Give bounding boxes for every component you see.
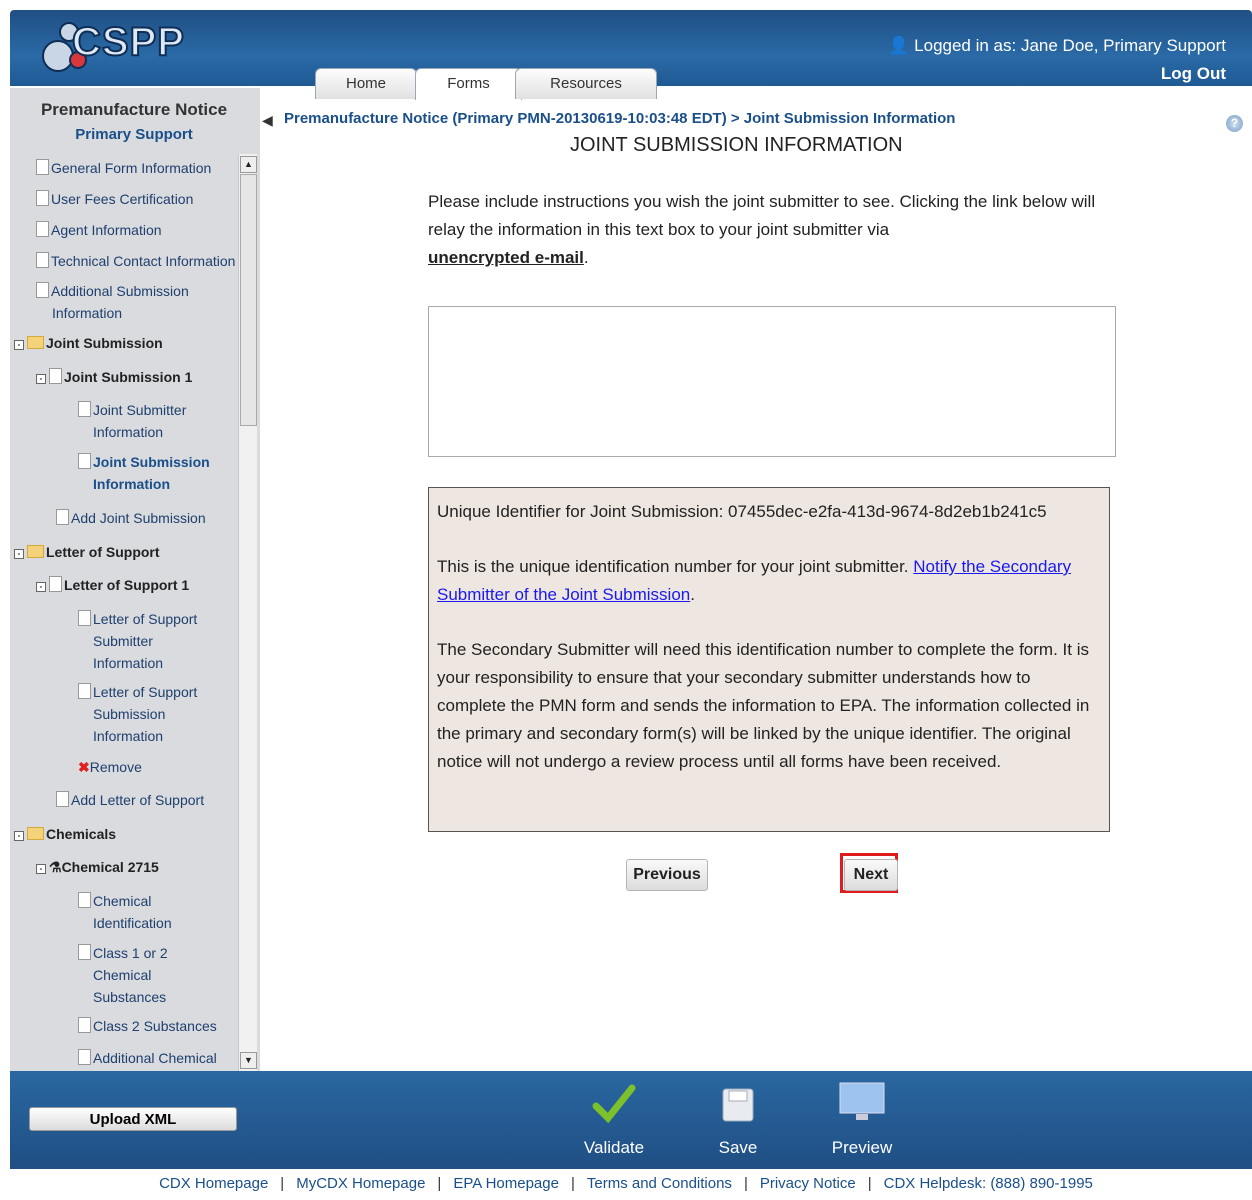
document-icon <box>78 401 91 417</box>
collapse-icon[interactable]: - <box>14 340 24 350</box>
sidebar-title: Premanufacture Notice <box>40 100 228 119</box>
logged-in-status: 👤 Logged in as: Jane Doe, Primary Suppor… <box>888 36 1226 55</box>
logout-link[interactable]: Log Out <box>1161 64 1226 84</box>
document-icon <box>78 683 91 699</box>
flask-icon: ⚗ <box>49 859 62 875</box>
sidebar-folder-chemicals[interactable]: - Chemicals <box>14 823 116 845</box>
tab-resources[interactable]: Resources <box>515 68 657 99</box>
sidebar-item-additional-submission[interactable]: Additional Submission Information <box>36 280 189 324</box>
footer-link-privacy[interactable]: Privacy Notice <box>760 1175 856 1192</box>
sidebar-item-los-submission-info[interactable]: Letter of Support Submission Information <box>78 681 197 747</box>
document-icon <box>36 190 49 206</box>
sidebar-folder-joint-submission[interactable]: - Joint Submission <box>14 332 163 354</box>
logo-text: CSPP <box>71 19 185 65</box>
next-button[interactable]: Next <box>844 859 898 891</box>
collapse-icon[interactable]: - <box>36 374 46 384</box>
folder-icon <box>27 827 44 840</box>
checkmark-icon <box>592 1084 636 1124</box>
collapse-sidebar-icon[interactable]: ◀ <box>262 112 273 129</box>
sidebar-item-chemical-identification[interactable]: Chemical Identification <box>78 890 172 934</box>
sidebar-item-joint-submission-1[interactable]: - Joint Submission 1 <box>36 366 192 388</box>
edit-form-icon <box>49 576 62 592</box>
sidebar-item-class-2-substances[interactable]: Class 2 Substances <box>78 1015 217 1037</box>
remove-x-icon: ✖ <box>78 759 90 775</box>
user-icon: 👤 <box>888 36 910 55</box>
document-icon <box>78 1017 91 1033</box>
footer-link-helpdesk[interactable]: CDX Helpdesk: (888) 890-1995 <box>884 1175 1093 1192</box>
sidebar-item-agent[interactable]: Agent Information <box>36 219 162 241</box>
document-icon <box>36 282 49 298</box>
document-icon <box>78 1049 91 1065</box>
sidebar-item-class-1-or-2[interactable]: Class 1 or 2 Chemical Substances <box>78 942 168 1008</box>
upload-xml-button[interactable]: Upload XML <box>29 1107 237 1131</box>
sidebar-item-general-form[interactable]: General Form Information <box>36 157 211 179</box>
collapse-icon[interactable]: - <box>14 549 24 559</box>
document-icon <box>78 610 91 626</box>
footer-link-mycdx-homepage[interactable]: MyCDX Homepage <box>296 1175 425 1192</box>
scroll-down-icon[interactable]: ▼ <box>240 1052 257 1069</box>
sidebar-scrollbar[interactable]: ▲ ▼ <box>238 154 257 1071</box>
breadcrumb: Premanufacture Notice (Primary PMN-20130… <box>284 110 956 127</box>
document-icon <box>78 892 91 908</box>
app-header: CSPP Home Forms Resources 👤 Logged in as… <box>10 10 1252 100</box>
collapse-icon[interactable]: - <box>36 864 46 874</box>
sidebar-item-joint-submitter-info[interactable]: Joint Submitter Information <box>78 399 186 443</box>
sidebar-item-chemical-2715[interactable]: - ⚗Chemical 2715 <box>36 856 159 878</box>
unique-identifier-info-box: Unique Identifier for Joint Submission: … <box>428 487 1110 832</box>
folder-icon <box>27 336 44 349</box>
folder-icon <box>27 545 44 558</box>
collapse-icon[interactable]: - <box>36 582 46 592</box>
monitor-icon <box>839 1082 885 1120</box>
page-title: JOINT SUBMISSION INFORMATION <box>570 134 903 156</box>
instructions-text: Please include instructions you wish the… <box>428 192 1096 267</box>
document-icon <box>36 221 49 237</box>
footer-link-epa-homepage[interactable]: EPA Homepage <box>453 1175 559 1192</box>
unencrypted-email-label: unencrypted e-mail <box>428 248 584 267</box>
document-icon <box>36 159 49 175</box>
sidebar-folder-letter-of-support[interactable]: - Letter of Support <box>14 541 160 563</box>
scroll-up-icon[interactable]: ▲ <box>240 156 257 173</box>
document-icon <box>78 944 91 960</box>
sidebar-item-remove[interactable]: ✖Remove <box>78 756 142 778</box>
notify-paragraph: This is the unique identification number… <box>437 557 1072 604</box>
add-document-icon <box>56 509 69 525</box>
sidebar-subtitle: Primary Support <box>75 126 193 143</box>
secondary-submitter-paragraph: The Secondary Submitter will need this i… <box>437 640 1090 771</box>
unique-identifier-line: Unique Identifier for Joint Submission: … <box>437 502 1047 521</box>
joint-instructions-textarea[interactable] <box>428 306 1116 457</box>
sidebar-item-joint-submission-info[interactable]: Joint Submission Information <box>78 451 210 495</box>
previous-button[interactable]: Previous <box>626 859 708 891</box>
save-disk-icon <box>722 1088 754 1122</box>
footer-link-terms[interactable]: Terms and Conditions <box>587 1175 732 1192</box>
sidebar-item-add-letter-of-support[interactable]: Add Letter of Support <box>56 789 204 811</box>
scrollbar-thumb[interactable] <box>240 174 257 426</box>
sidebar-item-additional-chemical[interactable]: Additional Chemical <box>78 1047 217 1069</box>
sidebar-item-letter-of-support-1[interactable]: - Letter of Support 1 <box>36 574 189 596</box>
footer-link-cdx-homepage[interactable]: CDX Homepage <box>159 1175 268 1192</box>
document-icon <box>36 252 49 268</box>
document-icon <box>78 453 91 469</box>
tab-forms[interactable]: Forms <box>415 68 522 100</box>
sidebar-item-user-fees[interactable]: User Fees Certification <box>36 188 193 210</box>
collapse-icon[interactable]: - <box>14 831 24 841</box>
sidebar-item-los-submitter-info[interactable]: Letter of Support Submitter Information <box>78 608 197 674</box>
sidebar-item-add-joint-submission[interactable]: Add Joint Submission <box>56 507 206 529</box>
sidebar-item-technical-contact[interactable]: Technical Contact Information <box>36 250 235 272</box>
add-document-icon <box>56 791 69 807</box>
tab-home[interactable]: Home <box>315 68 417 99</box>
footer-links: CDX Homepage | MyCDX Homepage | EPA Homepage… <box>159 1175 1093 1192</box>
edit-form-icon <box>49 368 62 384</box>
help-icon[interactable]: ? <box>1226 115 1243 132</box>
